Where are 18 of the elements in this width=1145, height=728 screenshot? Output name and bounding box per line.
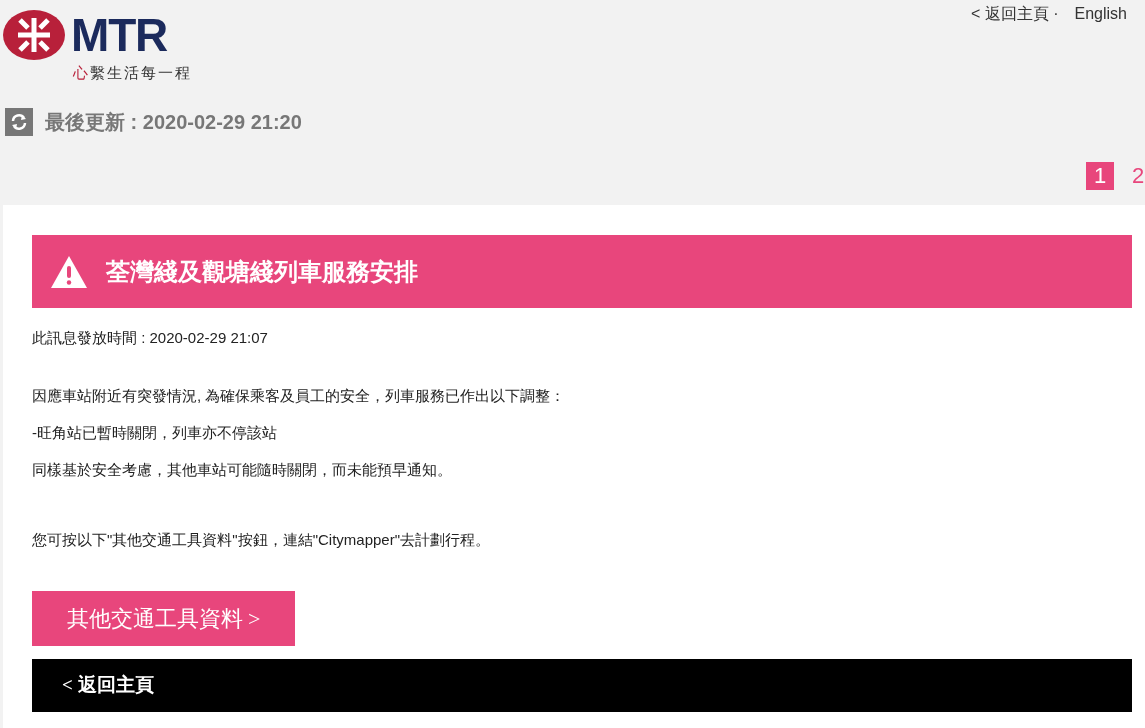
tagline: 繫生活每一程: [90, 64, 192, 82]
alert-note: 您可按以下"其他交通工具資料"按鈕，連結"Citymapper"去計劃行程。: [32, 530, 491, 550]
alert-title: 荃灣綫及觀塘綫列車服務安排: [106, 256, 418, 287]
alert-paragraph: 同樣基於安全考慮，其他車站可能隨時關閉，而未能預早通知。: [32, 460, 453, 480]
back-home-link[interactable]: < 返回主頁 ·: [970, 2, 1059, 26]
last-updated: 最後更新 : 2020-02-29 21:20: [45, 110, 302, 135]
logo-icon: [3, 10, 65, 60]
other-transport-button[interactable]: 其他交通工具資料 >: [32, 591, 295, 646]
alert-paragraph: -旺角站已暫時關閉，列車亦不停該站: [32, 423, 278, 443]
tagline-mark: 心: [73, 64, 90, 82]
logo-wordmark: MTR: [71, 12, 169, 58]
warning-icon: [50, 254, 88, 289]
issued-time: 此訊息發放時間 : 2020-02-29 21:07: [32, 328, 269, 348]
back-home-link[interactable]: < 返回主頁: [62, 671, 154, 700]
alert-paragraph: 因應車站附近有突發情況, 為確保乘客及員工的安全，列車服務已作出以下調整：: [32, 386, 567, 406]
page-button[interactable]: 1: [1086, 162, 1114, 190]
language-link[interactable]: English: [1074, 2, 1127, 26]
refresh-icon[interactable]: [5, 108, 33, 136]
